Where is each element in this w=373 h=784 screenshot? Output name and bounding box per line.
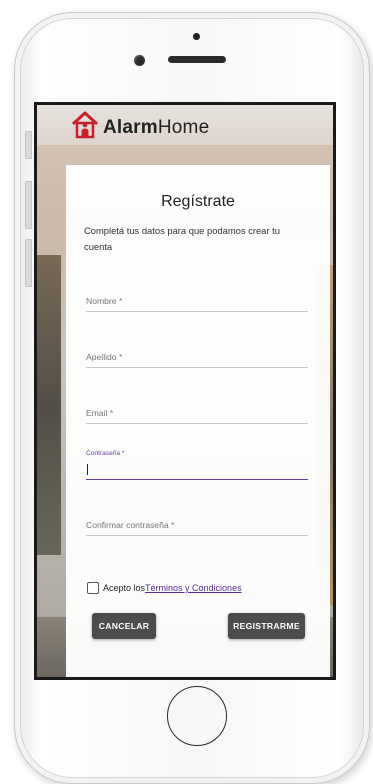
app-logo-text: AlarmHome [103, 117, 210, 138]
volume-down-button [25, 239, 32, 287]
email-field[interactable]: Email * [86, 393, 308, 424]
page-title: Regístrate [161, 193, 235, 210]
name-label: Nombre * [86, 296, 123, 306]
front-camera [134, 55, 145, 66]
terms-checkbox[interactable] [87, 582, 99, 594]
app-screen: AlarmHome Regístrate Completá tus datos … [34, 102, 336, 680]
background-decor-left [37, 255, 61, 555]
terms-prefix: Acepto los [103, 583, 146, 593]
confirm-password-field[interactable]: Confirmar contraseña * [86, 505, 308, 536]
text-caret [87, 464, 88, 475]
register-card: Regístrate Completá tus datos para que p… [66, 165, 330, 677]
email-label: Email * [86, 408, 114, 418]
register-button[interactable]: REGISTRARME [228, 613, 305, 639]
earpiece-speaker [168, 56, 226, 63]
lastname-label: Apellido * [86, 352, 123, 362]
lastname-field[interactable]: Apellido * [86, 337, 308, 368]
password-label: Contraseña * [86, 450, 125, 457]
password-field[interactable]: Contraseña * [86, 449, 308, 480]
terms-link[interactable]: Términos y Condiciones [145, 583, 242, 593]
terms-row: Acepto los Términos y Condiciones [87, 580, 242, 596]
home-button[interactable] [167, 686, 227, 746]
form-subtitle: Completá tus datos para que podamos crea… [84, 225, 280, 252]
confirm-password-label: Confirmar contraseña * [86, 520, 175, 530]
house-person-icon [71, 111, 99, 139]
app-header: AlarmHome [37, 105, 333, 145]
mute-switch [25, 131, 32, 159]
front-sensor [193, 33, 200, 40]
volume-up-button [25, 181, 32, 229]
name-field[interactable]: Nombre * [86, 281, 308, 312]
cancel-button[interactable]: CANCELAR [92, 613, 156, 639]
